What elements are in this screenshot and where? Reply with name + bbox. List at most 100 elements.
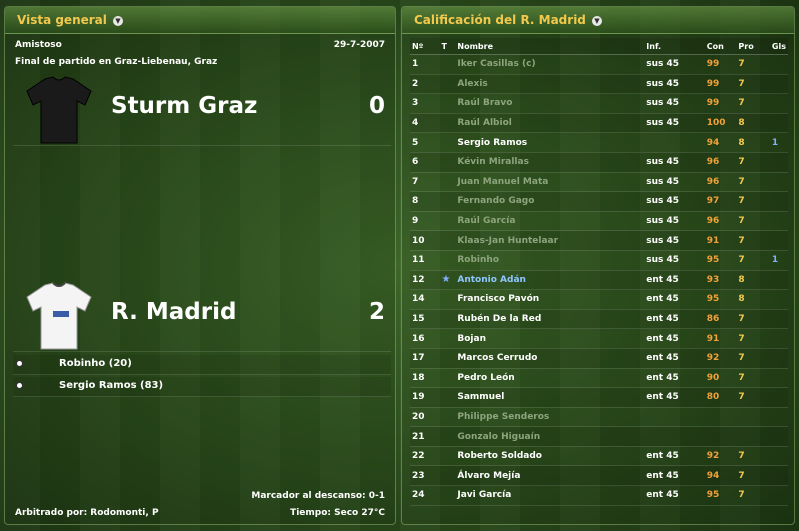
table-row[interactable]: 5 Sergio Ramos 94 8 1 xyxy=(410,132,788,153)
player-rating: 8 xyxy=(736,289,770,310)
halftime-score: Marcador al descanso: 0-1 xyxy=(251,491,385,501)
player-number: 23 xyxy=(410,465,440,487)
player-name[interactable]: Bojan xyxy=(455,328,645,349)
player-info: sus 45 xyxy=(644,54,705,75)
overview-header[interactable]: Vista general ▼ xyxy=(5,7,395,34)
player-tag xyxy=(439,132,456,153)
player-number: 7 xyxy=(410,172,440,193)
player-tag xyxy=(439,113,456,134)
table-row[interactable]: 21 Gonzalo Higuaín xyxy=(410,426,788,447)
ratings-panel: Calificación del R. Madrid ▼ Nº T Nombre … xyxy=(401,6,795,525)
player-info: sus 45 xyxy=(644,211,705,232)
player-goals xyxy=(769,289,788,310)
table-row[interactable]: 9 Raúl García sus 45 96 7 xyxy=(410,211,788,232)
table-row[interactable]: 24 Javi García ent 45 95 7 xyxy=(410,485,788,506)
table-row[interactable]: 12 ★ Antonio Adán ent 45 93 8 xyxy=(410,270,788,291)
player-info: ent 45 xyxy=(644,270,705,291)
player-rating: 7 xyxy=(736,348,770,369)
col-t-header[interactable]: T xyxy=(439,38,456,55)
player-goals: 1 xyxy=(769,250,788,271)
col-name-header[interactable]: Nombre xyxy=(455,38,645,55)
player-name[interactable]: Roberto Soldado xyxy=(455,446,645,467)
player-info: ent 45 xyxy=(644,289,705,310)
table-row[interactable]: 15 Rubén De la Red ent 45 86 7 xyxy=(410,309,788,330)
player-info: sus 45 xyxy=(644,113,705,134)
table-row[interactable]: 4 Raúl Albiol sus 45 100 8 xyxy=(410,113,788,134)
table-row[interactable]: 6 Kévin Mirallas sus 45 96 7 xyxy=(410,152,788,173)
table-row[interactable]: 1 Iker Casillas (c) sus 45 99 7 xyxy=(410,54,788,75)
home-team-name[interactable]: Sturm Graz xyxy=(111,93,257,119)
player-tag xyxy=(439,74,456,95)
player-number: 15 xyxy=(410,309,440,330)
player-rating: 7 xyxy=(736,250,770,271)
table-row[interactable]: 3 Raúl Bravo sus 45 99 7 xyxy=(410,93,788,114)
table-row[interactable]: 17 Marcos Cerrudo ent 45 92 7 xyxy=(410,348,788,369)
ratings-header[interactable]: Calificación del R. Madrid ▼ xyxy=(402,7,794,34)
player-name[interactable]: Javi García xyxy=(455,485,645,506)
player-tag xyxy=(439,191,456,212)
player-name[interactable]: Francisco Pavón xyxy=(455,289,645,310)
player-name[interactable]: Sammuel xyxy=(455,387,645,408)
ball-icon xyxy=(16,382,23,389)
player-goals: 1 xyxy=(769,132,788,153)
col-con-header[interactable]: Con xyxy=(704,38,737,55)
player-name[interactable]: Juan Manuel Mata xyxy=(455,172,645,193)
player-goals xyxy=(769,407,788,428)
player-name[interactable]: Alexis xyxy=(455,74,645,95)
player-name[interactable]: Raúl Albiol xyxy=(455,113,645,134)
table-row[interactable]: 7 Juan Manuel Mata sus 45 96 7 xyxy=(410,172,788,193)
player-name[interactable]: Sergio Ramos xyxy=(455,132,645,153)
player-info xyxy=(644,132,705,153)
player-name[interactable]: Rubén De la Red xyxy=(455,309,645,330)
table-row[interactable]: 11 Robinho sus 45 95 7 1 xyxy=(410,250,788,271)
table-row[interactable]: 8 Fernando Gago sus 45 97 7 xyxy=(410,191,788,212)
player-name[interactable]: Robinho xyxy=(455,250,645,271)
dropdown-arrow-icon[interactable]: ▼ xyxy=(112,15,123,26)
player-goals xyxy=(769,152,788,173)
table-row[interactable]: 20 Philippe Senderos xyxy=(410,407,788,428)
table-row[interactable]: 23 Álvaro Mejía ent 45 94 7 xyxy=(410,465,788,487)
col-gls-header[interactable]: Gls xyxy=(769,38,788,55)
player-name[interactable]: Fernando Gago xyxy=(455,191,645,212)
ratings-table: Nº T Nombre Inf. Con Pro Gls 1 Iker Casil… xyxy=(410,38,788,506)
player-name[interactable]: Philippe Senderos xyxy=(455,407,645,428)
player-tag xyxy=(439,172,456,193)
player-info: sus 45 xyxy=(644,191,705,212)
player-name[interactable]: Marcos Cerrudo xyxy=(455,348,645,369)
player-rating xyxy=(736,407,770,428)
player-condition: 91 xyxy=(704,328,737,349)
player-condition: 95 xyxy=(704,289,737,310)
home-team-row[interactable]: Sturm Graz 0 xyxy=(13,75,391,146)
player-name[interactable]: Iker Casillas (c) xyxy=(455,54,645,75)
player-name[interactable]: Álvaro Mejía xyxy=(455,465,645,487)
col-inf-header[interactable]: Inf. xyxy=(644,38,705,55)
player-name[interactable]: Gonzalo Higuaín xyxy=(455,426,645,447)
table-row[interactable]: 22 Roberto Soldado ent 45 92 7 xyxy=(410,446,788,467)
player-tag xyxy=(439,328,456,349)
player-rating: 7 xyxy=(736,54,770,75)
away-team-row[interactable]: R. Madrid 2 xyxy=(13,281,391,352)
table-row[interactable]: 10 Klaas-Jan Huntelaar sus 45 91 7 xyxy=(410,230,788,251)
player-rating: 7 xyxy=(736,309,770,330)
player-tag xyxy=(439,309,456,330)
table-row[interactable]: 2 Alexis sus 45 99 7 xyxy=(410,74,788,95)
table-row[interactable]: 14 Francisco Pavón ent 45 95 8 xyxy=(410,289,788,310)
player-rating xyxy=(736,426,770,447)
player-goals xyxy=(769,54,788,75)
away-team-name[interactable]: R. Madrid xyxy=(111,299,236,325)
player-name[interactable]: Kévin Mirallas xyxy=(455,152,645,173)
player-name[interactable]: Raúl Bravo xyxy=(455,93,645,114)
player-name[interactable]: Raúl García xyxy=(455,211,645,232)
dropdown-arrow-icon[interactable]: ▼ xyxy=(591,15,602,26)
player-goals xyxy=(769,113,788,134)
col-num-header[interactable]: Nº xyxy=(410,38,440,55)
player-name[interactable]: Klaas-Jan Huntelaar xyxy=(455,230,645,251)
player-number: 9 xyxy=(410,211,440,232)
player-goals xyxy=(769,172,788,193)
table-row[interactable]: 16 Bojan ent 45 91 7 xyxy=(410,328,788,349)
col-pro-header[interactable]: Pro xyxy=(736,38,770,55)
player-name[interactable]: Pedro León xyxy=(455,368,645,389)
table-row[interactable]: 18 Pedro León ent 45 90 7 xyxy=(410,368,788,389)
table-row[interactable]: 19 Sammuel ent 45 80 7 xyxy=(410,387,788,408)
player-name[interactable]: Antonio Adán xyxy=(455,270,645,291)
